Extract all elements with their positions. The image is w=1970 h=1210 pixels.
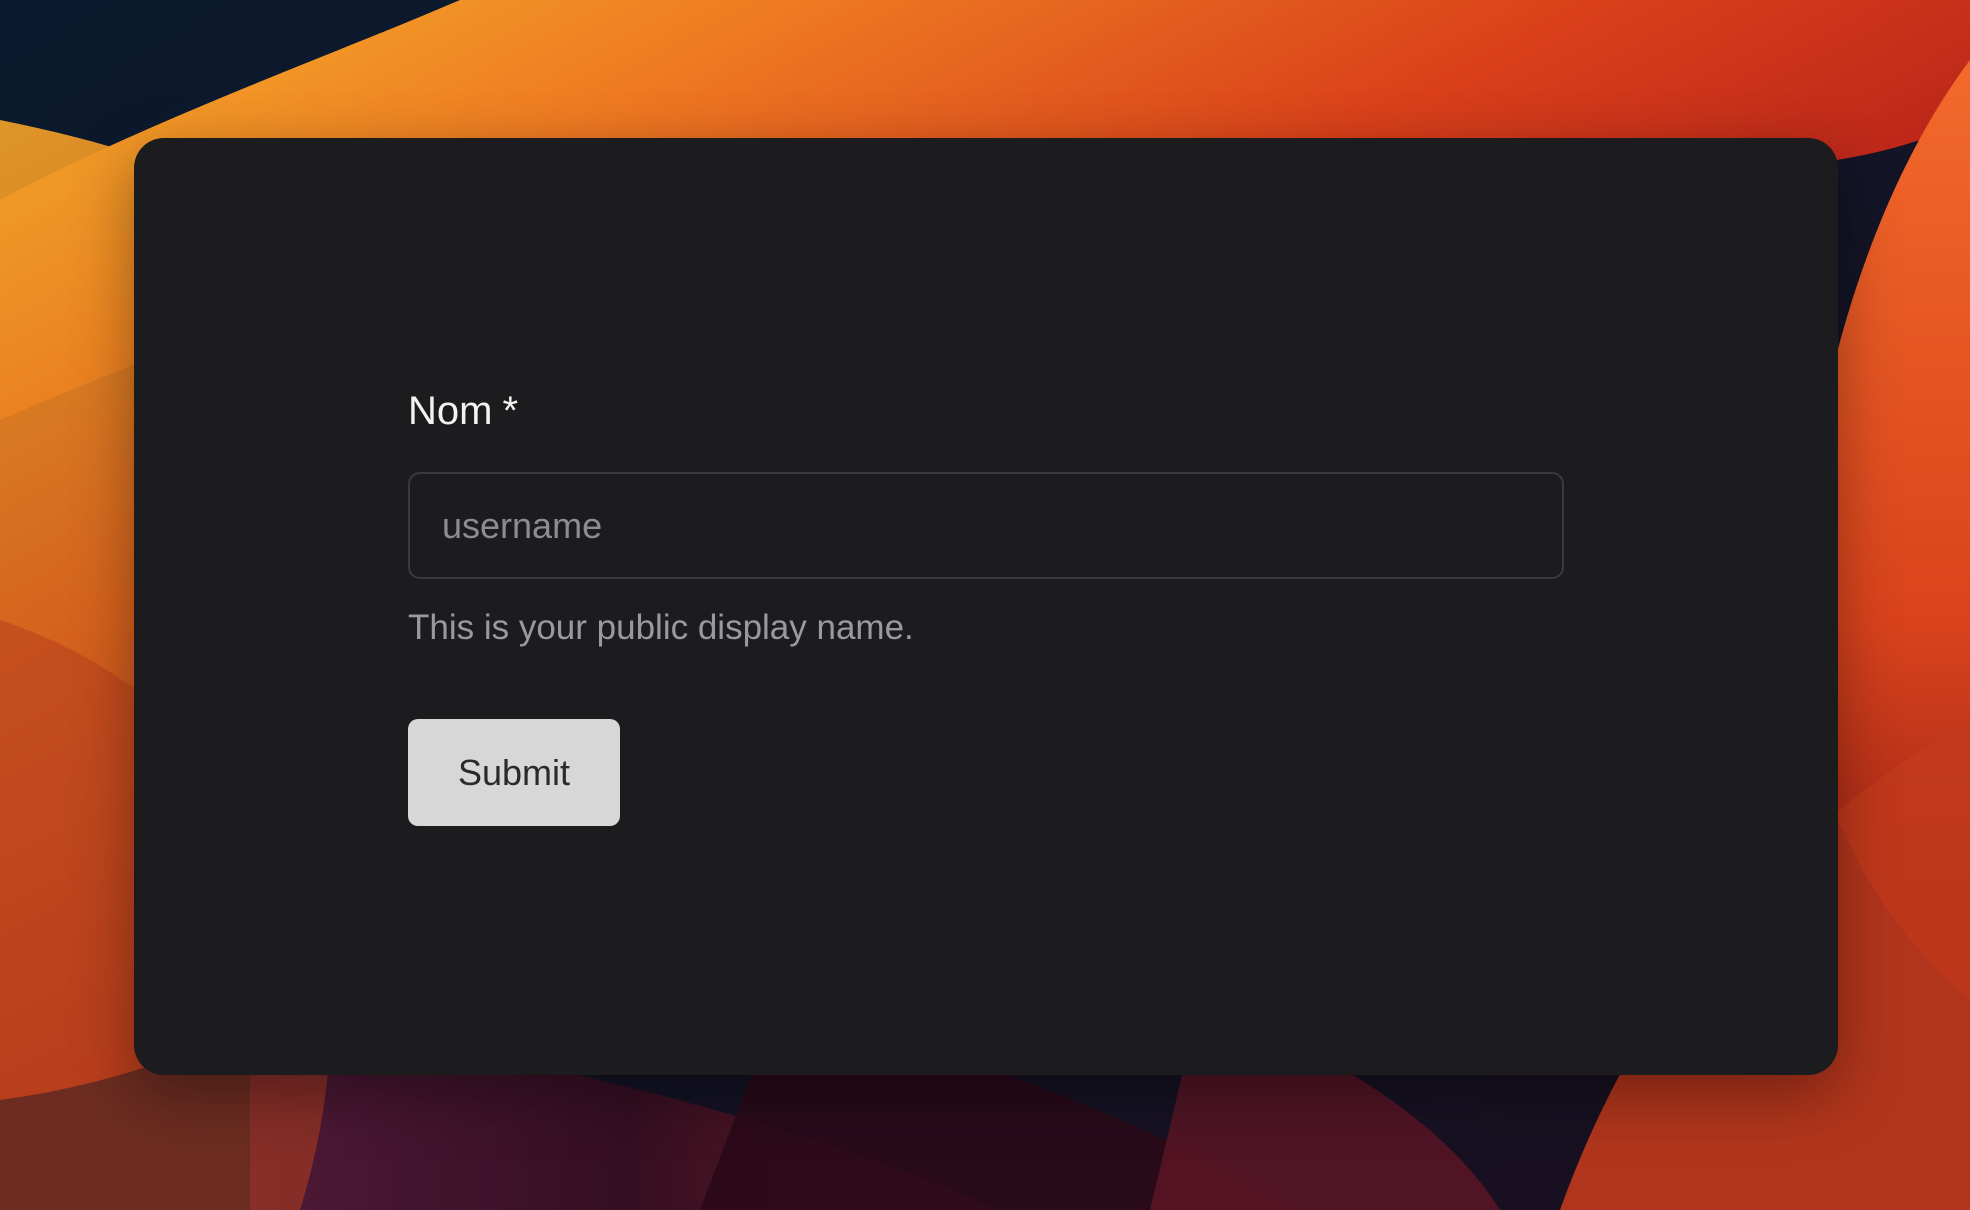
username-input[interactable] (408, 472, 1564, 579)
name-label-text: Nom (408, 389, 493, 433)
form-card: Nom * This is your public display name. … (134, 138, 1838, 1075)
submit-button[interactable]: Submit (408, 719, 620, 826)
field-description: This is your public display name. (408, 608, 914, 647)
name-field-label: Nom * (408, 388, 1564, 434)
display-name-form: Nom * This is your public display name. … (408, 388, 1564, 826)
required-asterisk: * (502, 389, 519, 433)
